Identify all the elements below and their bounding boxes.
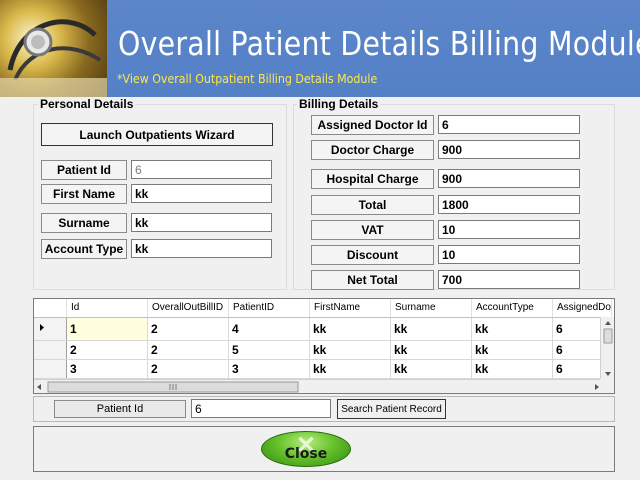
surname-field[interactable]: kk [131, 213, 272, 232]
table-cell[interactable]: 2 [147, 317, 229, 341]
table-cell[interactable]: 2 [147, 359, 229, 379]
page-title: Overall Patient Details Billing Module [118, 24, 640, 63]
table-row[interactable]: 1 2 4 kk kk kk 6 [34, 317, 612, 341]
table-cell[interactable]: 3 [228, 359, 310, 379]
column-header-surname[interactable]: Surname [390, 299, 472, 318]
personal-details-title: Personal Details [38, 97, 136, 111]
discount-label: Discount [311, 245, 434, 265]
billing-records-grid[interactable]: Id OverallOutBillID PatientID FirstName … [33, 298, 615, 394]
column-header-assigneddoctor[interactable]: AssignedDo [552, 299, 612, 318]
total-label: Total [311, 195, 434, 215]
table-cell[interactable]: 2 [147, 340, 229, 360]
first-name-field[interactable]: kk [131, 184, 272, 203]
header-banner: Overall Patient Details Billing Module *… [0, 0, 640, 97]
column-header-firstname[interactable]: FirstName [309, 299, 391, 318]
table-row[interactable]: 3 2 3 kk kk kk 6 [34, 359, 612, 379]
hospital-charge-label: Hospital Charge [311, 169, 434, 189]
row-selector-icon[interactable] [34, 317, 67, 341]
search-patient-id-input[interactable]: 6 [191, 399, 331, 418]
patient-id-label: Patient Id [41, 160, 127, 180]
horizontal-scrollbar[interactable] [34, 379, 602, 393]
table-cell[interactable]: 2 [66, 340, 148, 360]
column-header-overalloutbillid[interactable]: OverallOutBillID [147, 299, 229, 318]
stethoscope-image [0, 0, 107, 97]
hospital-charge-field[interactable]: 900 [438, 169, 580, 188]
net-total-label: Net Total [311, 270, 434, 290]
vat-field[interactable]: 10 [438, 220, 580, 239]
close-button-label: Close [284, 446, 328, 462]
doctor-charge-label: Doctor Charge [311, 140, 434, 160]
table-cell[interactable]: kk [390, 340, 472, 360]
patient-id-field[interactable]: 6 [131, 160, 272, 179]
column-header-accounttype[interactable]: AccountType [471, 299, 553, 318]
assigned-doctor-label: Assigned Doctor Id [311, 115, 434, 135]
account-type-label: Account Type [41, 239, 127, 259]
search-patient-id-label: Patient Id [54, 400, 186, 418]
vertical-scroll-thumb[interactable] [603, 328, 613, 344]
table-cell[interactable]: kk [471, 359, 553, 379]
table-cell[interactable]: 5 [228, 340, 310, 360]
table-cell[interactable]: kk [309, 317, 391, 341]
column-header-id[interactable]: Id [66, 299, 148, 318]
discount-field[interactable]: 10 [438, 245, 580, 264]
account-type-field[interactable]: kk [131, 239, 272, 258]
scroll-up-icon[interactable] [605, 321, 611, 325]
table-cell[interactable]: kk [471, 317, 553, 341]
table-row[interactable]: 2 2 5 kk kk kk 6 [34, 340, 612, 360]
table-cell[interactable]: kk [309, 340, 391, 360]
scrollbar-corner [600, 379, 614, 393]
surname-label: Surname [41, 213, 127, 233]
grid-header-row: Id OverallOutBillID PatientID FirstName … [34, 299, 612, 318]
launch-wizard-button[interactable]: Launch Outpatients Wizard [41, 123, 273, 146]
assigned-doctor-field[interactable]: 6 [438, 115, 580, 134]
table-cell[interactable]: kk [390, 359, 472, 379]
billing-details-title: Billing Details [297, 97, 381, 111]
table-cell[interactable]: kk [390, 317, 472, 341]
grid-corner-header [34, 299, 67, 318]
column-header-patientid[interactable]: PatientID [228, 299, 310, 318]
page-subtitle: *View Overall Outpatient Billing Details… [117, 72, 378, 86]
table-cell[interactable]: kk [309, 359, 391, 379]
scroll-right-icon[interactable] [595, 384, 599, 390]
doctor-charge-field[interactable]: 900 [438, 140, 580, 159]
scroll-down-icon[interactable] [605, 372, 611, 376]
close-button[interactable]: ✕ Close [261, 431, 351, 467]
row-header[interactable] [34, 340, 67, 360]
vat-label: VAT [311, 220, 434, 240]
table-cell[interactable]: 4 [228, 317, 310, 341]
table-cell[interactable]: kk [471, 340, 553, 360]
search-patient-record-button[interactable]: Search Patient Record [337, 399, 446, 419]
vertical-scrollbar[interactable] [600, 317, 614, 379]
row-header[interactable] [34, 359, 67, 379]
first-name-label: First Name [41, 184, 127, 204]
table-cell[interactable]: 3 [66, 359, 148, 379]
table-cell[interactable]: 1 [66, 317, 148, 341]
scroll-left-icon[interactable] [37, 384, 41, 390]
total-field[interactable]: 1800 [438, 195, 580, 214]
net-total-field[interactable]: 700 [438, 270, 580, 289]
